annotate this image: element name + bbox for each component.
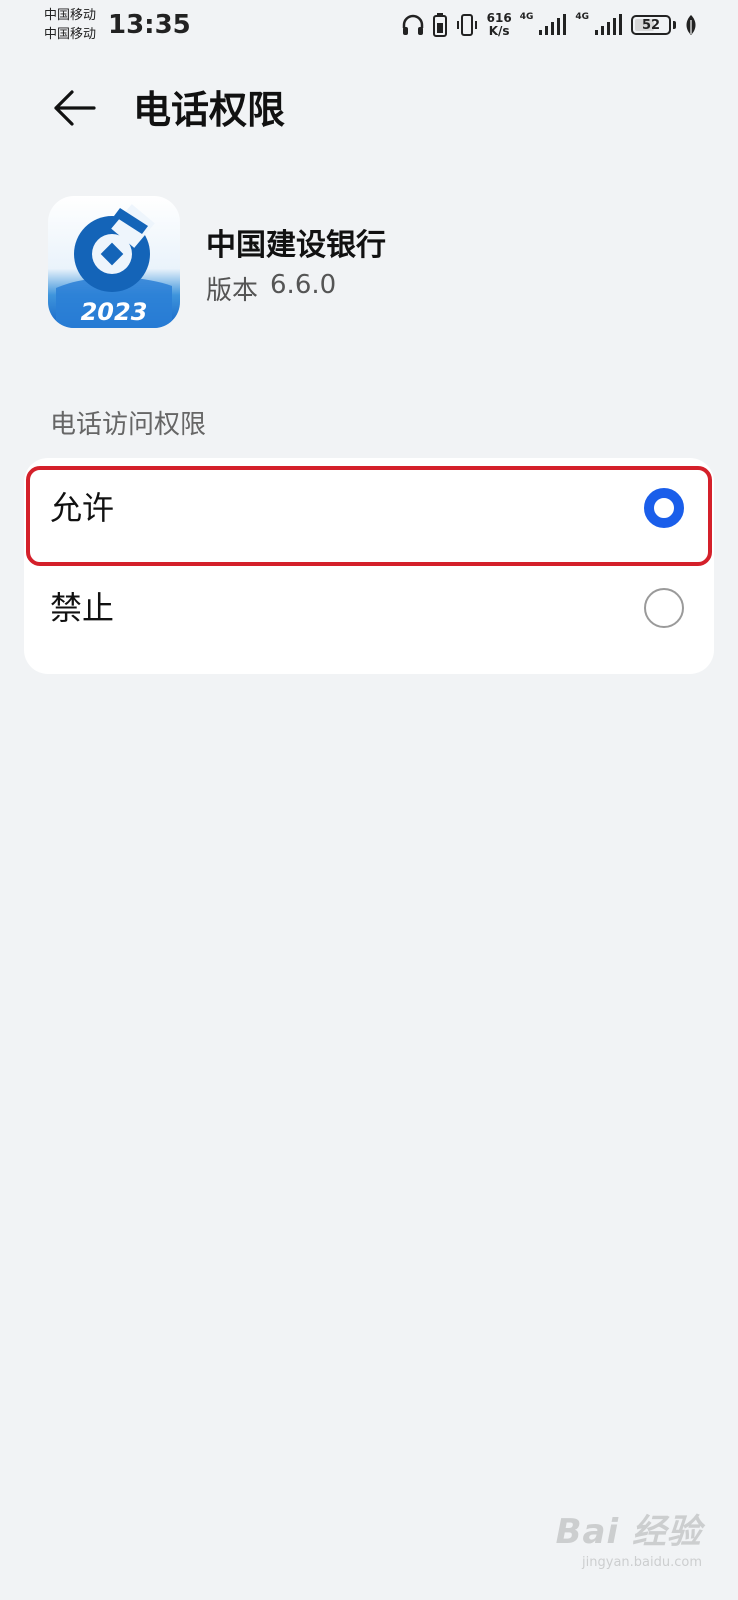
option-deny[interactable]: 禁止 xyxy=(24,558,714,656)
carrier-info: 中国移动 中国移动 xyxy=(44,6,96,44)
status-time: 13:35 xyxy=(108,10,191,40)
app-version: 版本 6.6.0 xyxy=(206,270,336,307)
signal-icon xyxy=(593,14,623,36)
network-type-2: 4G xyxy=(575,12,589,22)
watermark: Bai 经验 jingyan.baidu.com xyxy=(556,1504,702,1570)
radio-deny[interactable] xyxy=(644,588,684,628)
watermark-logo: Bai 经验 xyxy=(555,1512,702,1552)
app-name: 中国建设银行 xyxy=(206,228,386,263)
option-deny-label: 禁止 xyxy=(50,589,115,627)
version-label: 版本 xyxy=(206,276,259,306)
headphones-icon xyxy=(401,14,425,36)
battery-level: 52 xyxy=(641,17,661,33)
option-allow[interactable]: 允许 xyxy=(24,458,714,556)
net-speed-unit: K/s xyxy=(488,24,510,38)
vibrate-icon xyxy=(455,13,479,37)
arrow-left-icon xyxy=(52,88,96,132)
carrier-2: 中国移动 xyxy=(44,27,97,42)
back-button[interactable] xyxy=(48,84,100,136)
option-allow-label: 允许 xyxy=(50,489,115,527)
carrier-1: 中国移动 xyxy=(44,8,97,23)
radio-allow[interactable] xyxy=(644,488,684,528)
status-bar: 中国移动 中国移动 13:35 616 K/s 4G 4G 52 xyxy=(0,0,738,50)
version-value: 6.6.0 xyxy=(270,270,337,300)
app-icon-year: 2023 xyxy=(81,298,148,326)
status-icons: 616 K/s 4G 4G 52 xyxy=(401,10,698,40)
battery-icon: 52 xyxy=(631,15,671,35)
net-speed: 616 K/s xyxy=(487,12,512,38)
battery-tip xyxy=(673,21,676,29)
permission-options-card: 允许 禁止 xyxy=(24,458,714,674)
header: 电话权限 xyxy=(0,70,738,150)
signal-icon xyxy=(537,14,567,36)
battery-saver-icon xyxy=(432,13,447,37)
app-info: 2023 中国建设银行 版本 6.6.0 xyxy=(48,196,688,328)
section-title: 电话访问权限 xyxy=(50,410,207,440)
page-title: 电话权限 xyxy=(133,88,286,132)
network-type-1: 4G xyxy=(519,12,534,22)
ccb-app-icon: 2023 xyxy=(48,196,180,328)
leaf-icon xyxy=(684,14,698,36)
watermark-url: jingyan.baidu.com xyxy=(582,1555,702,1570)
